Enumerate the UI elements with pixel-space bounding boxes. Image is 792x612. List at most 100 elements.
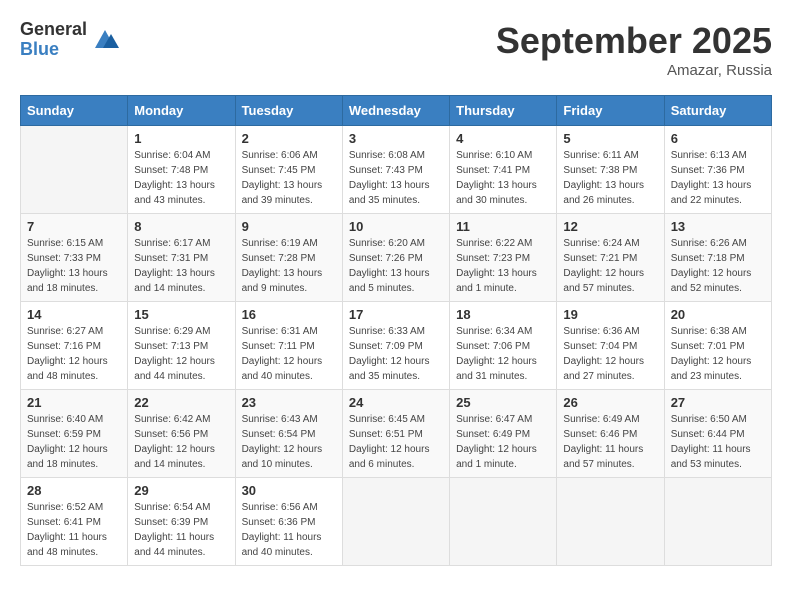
day-info: Sunrise: 6:40 AM Sunset: 6:59 PM Dayligh…: [27, 412, 121, 472]
day-info: Sunrise: 6:04 AM Sunset: 7:48 PM Dayligh…: [134, 148, 228, 208]
day-info: Sunrise: 6:45 AM Sunset: 6:51 PM Dayligh…: [349, 412, 443, 472]
calendar-week-row: 14 Sunrise: 6:27 AM Sunset: 7:16 PM Dayli…: [21, 302, 772, 390]
weekday-header: Wednesday: [342, 96, 449, 126]
day-number: 8: [134, 219, 228, 234]
day-number: 12: [563, 219, 657, 234]
calendar-cell: 12Sunrise: 6:24 AM Sunset: 7:21 PM Dayli…: [557, 214, 664, 302]
calendar-table: SundayMondayTuesdayWednesdayThursdayFrid…: [20, 95, 772, 566]
day-info: Sunrise: 6:26 AM Sunset: 7:18 PM Dayligh…: [671, 236, 765, 296]
calendar-cell: 24 Sunrise: 6:45 AM Sunset: 6:51 PM Dayli…: [342, 390, 449, 478]
day-number: 17: [349, 307, 443, 322]
calendar-cell: 19 Sunrise: 6:36 AM Sunset: 7:04 PM Dayli…: [557, 302, 664, 390]
day-number: 18: [456, 307, 550, 322]
calendar-cell: 8Sunrise: 6:17 AM Sunset: 7:31 PM Daylig…: [128, 214, 235, 302]
day-info: Sunrise: 6:36 AM Sunset: 7:04 PM Dayligh…: [563, 324, 657, 384]
day-number: 14: [27, 307, 121, 322]
logo: General Blue: [20, 20, 119, 60]
day-number: 20: [671, 307, 765, 322]
calendar-cell: [342, 478, 449, 566]
day-number: 16: [242, 307, 336, 322]
calendar-cell: 23 Sunrise: 6:43 AM Sunset: 6:54 PM Dayli…: [235, 390, 342, 478]
calendar-cell: 6Sunrise: 6:13 AM Sunset: 7:36 PM Daylig…: [664, 126, 771, 214]
calendar-header-row: SundayMondayTuesdayWednesdayThursdayFrid…: [21, 96, 772, 126]
calendar-cell: 28Sunrise: 6:52 AM Sunset: 6:41 PM Dayli…: [21, 478, 128, 566]
day-number: 24: [349, 395, 443, 410]
day-number: 7: [27, 219, 121, 234]
day-number: 15: [134, 307, 228, 322]
calendar-cell: 3 Sunrise: 6:08 AM Sunset: 7:43 PM Daylig…: [342, 126, 449, 214]
day-number: 29: [134, 483, 228, 498]
calendar-cell: [21, 126, 128, 214]
calendar-cell: 20 Sunrise: 6:38 AM Sunset: 7:01 PM Dayli…: [664, 302, 771, 390]
day-number: 25: [456, 395, 550, 410]
day-info: Sunrise: 6:19 AM Sunset: 7:28 PM Dayligh…: [242, 236, 336, 296]
calendar-cell: 13 Sunrise: 6:26 AM Sunset: 7:18 PM Dayli…: [664, 214, 771, 302]
day-number: 3: [349, 131, 443, 146]
calendar-week-row: 1 Sunrise: 6:04 AM Sunset: 7:48 PM Daylig…: [21, 126, 772, 214]
day-number: 5: [563, 131, 657, 146]
calendar-cell: 11 Sunrise: 6:22 AM Sunset: 7:23 PM Dayli…: [450, 214, 557, 302]
page-header: General Blue September 2025 Amazar, Russ…: [20, 20, 772, 79]
day-info: Sunrise: 6:31 AM Sunset: 7:11 PM Dayligh…: [242, 324, 336, 384]
day-number: 13: [671, 219, 765, 234]
day-info: Sunrise: 6:50 AM Sunset: 6:44 PM Dayligh…: [671, 412, 765, 472]
calendar-cell: [557, 478, 664, 566]
day-info: Sunrise: 6:43 AM Sunset: 6:54 PM Dayligh…: [242, 412, 336, 472]
day-info: Sunrise: 6:54 AM Sunset: 6:39 PM Dayligh…: [134, 500, 228, 560]
calendar-cell: 10 Sunrise: 6:20 AM Sunset: 7:26 PM Dayli…: [342, 214, 449, 302]
day-info: Sunrise: 6:27 AM Sunset: 7:16 PM Dayligh…: [27, 324, 121, 384]
calendar-cell: 1 Sunrise: 6:04 AM Sunset: 7:48 PM Daylig…: [128, 126, 235, 214]
calendar-cell: 21 Sunrise: 6:40 AM Sunset: 6:59 PM Dayli…: [21, 390, 128, 478]
weekday-header: Tuesday: [235, 96, 342, 126]
calendar-cell: 16 Sunrise: 6:31 AM Sunset: 7:11 PM Dayli…: [235, 302, 342, 390]
calendar-cell: 26 Sunrise: 6:49 AM Sunset: 6:46 PM Dayli…: [557, 390, 664, 478]
day-info: Sunrise: 6:11 AM Sunset: 7:38 PM Dayligh…: [563, 148, 657, 208]
day-info: Sunrise: 6:22 AM Sunset: 7:23 PM Dayligh…: [456, 236, 550, 296]
logo-icon: [91, 26, 119, 54]
calendar-cell: [664, 478, 771, 566]
day-info: Sunrise: 6:42 AM Sunset: 6:56 PM Dayligh…: [134, 412, 228, 472]
day-number: 1: [134, 131, 228, 146]
day-number: 9: [242, 219, 336, 234]
month-title: September 2025: [496, 20, 772, 62]
day-number: 2: [242, 131, 336, 146]
calendar-cell: [450, 478, 557, 566]
day-info: Sunrise: 6:33 AM Sunset: 7:09 PM Dayligh…: [349, 324, 443, 384]
day-info: Sunrise: 6:15 AM Sunset: 7:33 PM Dayligh…: [27, 236, 121, 296]
day-info: Sunrise: 6:20 AM Sunset: 7:26 PM Dayligh…: [349, 236, 443, 296]
calendar-cell: 18Sunrise: 6:34 AM Sunset: 7:06 PM Dayli…: [450, 302, 557, 390]
calendar-cell: 30 Sunrise: 6:56 AM Sunset: 6:36 PM Dayli…: [235, 478, 342, 566]
calendar-cell: 27 Sunrise: 6:50 AM Sunset: 6:44 PM Dayli…: [664, 390, 771, 478]
day-number: 19: [563, 307, 657, 322]
weekday-header: Sunday: [21, 96, 128, 126]
day-info: Sunrise: 6:38 AM Sunset: 7:01 PM Dayligh…: [671, 324, 765, 384]
day-info: Sunrise: 6:29 AM Sunset: 7:13 PM Dayligh…: [134, 324, 228, 384]
day-number: 27: [671, 395, 765, 410]
day-info: Sunrise: 6:52 AM Sunset: 6:41 PM Dayligh…: [27, 500, 121, 560]
day-number: 23: [242, 395, 336, 410]
calendar-cell: 4 Sunrise: 6:10 AM Sunset: 7:41 PM Daylig…: [450, 126, 557, 214]
day-info: Sunrise: 6:08 AM Sunset: 7:43 PM Dayligh…: [349, 148, 443, 208]
title-block: September 2025 Amazar, Russia: [496, 20, 772, 79]
day-number: 22: [134, 395, 228, 410]
calendar-cell: 17 Sunrise: 6:33 AM Sunset: 7:09 PM Dayli…: [342, 302, 449, 390]
day-number: 26: [563, 395, 657, 410]
calendar-week-row: 7 Sunrise: 6:15 AM Sunset: 7:33 PM Daylig…: [21, 214, 772, 302]
calendar-cell: 5 Sunrise: 6:11 AM Sunset: 7:38 PM Daylig…: [557, 126, 664, 214]
weekday-header: Saturday: [664, 96, 771, 126]
calendar-cell: 2Sunrise: 6:06 AM Sunset: 7:45 PM Daylig…: [235, 126, 342, 214]
day-number: 4: [456, 131, 550, 146]
calendar-cell: 9 Sunrise: 6:19 AM Sunset: 7:28 PM Daylig…: [235, 214, 342, 302]
day-info: Sunrise: 6:47 AM Sunset: 6:49 PM Dayligh…: [456, 412, 550, 472]
calendar-cell: 25 Sunrise: 6:47 AM Sunset: 6:49 PM Dayli…: [450, 390, 557, 478]
calendar-cell: 29 Sunrise: 6:54 AM Sunset: 6:39 PM Dayli…: [128, 478, 235, 566]
day-info: Sunrise: 6:10 AM Sunset: 7:41 PM Dayligh…: [456, 148, 550, 208]
calendar-cell: 22 Sunrise: 6:42 AM Sunset: 6:56 PM Dayli…: [128, 390, 235, 478]
day-info: Sunrise: 6:56 AM Sunset: 6:36 PM Dayligh…: [242, 500, 336, 560]
day-info: Sunrise: 6:49 AM Sunset: 6:46 PM Dayligh…: [563, 412, 657, 472]
day-number: 10: [349, 219, 443, 234]
day-number: 21: [27, 395, 121, 410]
day-number: 30: [242, 483, 336, 498]
weekday-header: Thursday: [450, 96, 557, 126]
day-number: 11: [456, 219, 550, 234]
